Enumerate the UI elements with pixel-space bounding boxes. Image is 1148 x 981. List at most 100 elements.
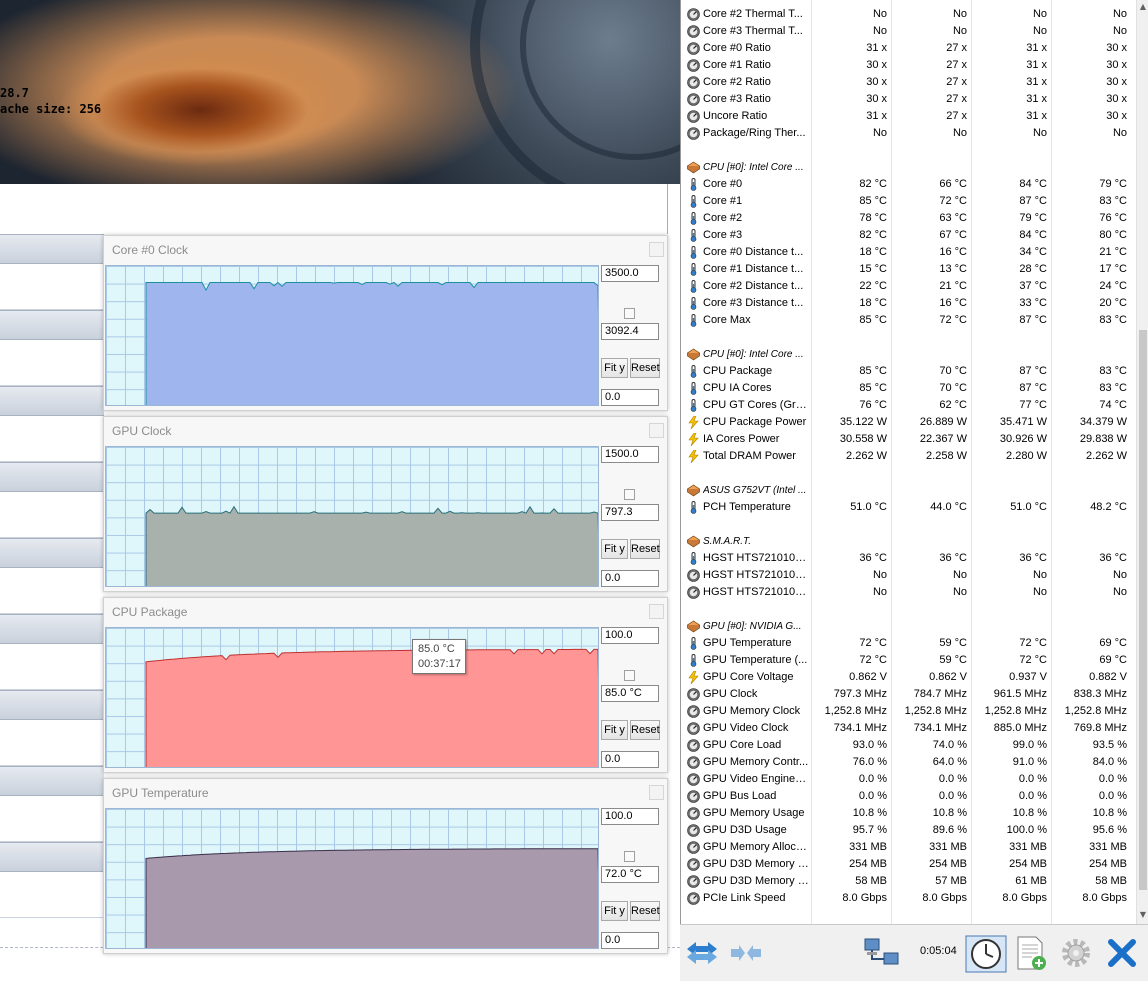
graph-window-core0-clock[interactable]: Core #0 Clock 3500.0 3092.4 Fit y Reset … (103, 235, 668, 411)
sensor-row[interactable]: Core #3 82 °C 67 °C 84 °C 80 °C (681, 227, 1137, 244)
sensor-row[interactable]: Core #3 Thermal T... No No No No (681, 23, 1137, 40)
lightning-icon (687, 670, 700, 685)
sensor-row[interactable]: Core #1 Distance t... 15 °C 13 °C 28 °C 17 °… (681, 261, 1137, 278)
sensor-row[interactable]: GPU Bus Load 0.0 % 0.0 % 0.0 % 0.0 % (681, 788, 1137, 805)
sensor-row[interactable]: Core #2 78 °C 63 °C 79 °C 76 °C (681, 210, 1137, 227)
scroll-down-icon[interactable]: ▼ (1139, 910, 1147, 919)
reset-button[interactable]: Reset (630, 901, 660, 921)
sensor-row[interactable]: CPU IA Cores 85 °C 70 °C 87 °C 83 °C (681, 380, 1137, 397)
network-icon[interactable] (862, 935, 902, 971)
sensor-max-value: 331 MB (1009, 841, 1047, 853)
sensor-row[interactable]: Core #2 Distance t... 22 °C 21 °C 37 °C 24 °… (681, 278, 1137, 295)
sensor-row[interactable]: GPU D3D Memory D... 58 MB 57 MB 61 MB 58 MB (681, 873, 1137, 890)
scrollbar-thumb[interactable] (1139, 330, 1147, 890)
graph-min-value[interactable]: 0.0 (601, 751, 659, 768)
graph-close-button[interactable] (649, 785, 664, 800)
sensor-row[interactable]: Core #0 Ratio 31 x 27 x 31 x 30 x (681, 40, 1137, 57)
sensor-row[interactable]: GPU Memory Contr... 76.0 % 64.0 % 91.0 % 84.… (681, 754, 1137, 771)
graph-checkbox[interactable] (624, 670, 635, 681)
reset-button[interactable]: Reset (630, 358, 660, 378)
sensor-max-value: 61 MB (1015, 875, 1047, 887)
arrows-left-right-icon[interactable] (684, 935, 720, 971)
graph-max-value[interactable]: 100.0 (601, 808, 659, 825)
sensor-row[interactable]: IA Cores Power 30.558 W 22.367 W 30.926 W 29… (681, 431, 1137, 448)
sensor-row[interactable]: GPU Core Load 93.0 % 74.0 % 99.0 % 93.5 % (681, 737, 1137, 754)
graph-window-gpu-clock[interactable]: GPU Clock 1500.0 797.3 Fit y Reset 0.0 (103, 416, 668, 592)
graph-min-value[interactable]: 0.0 (601, 389, 659, 406)
clock-icon[interactable] (965, 935, 1007, 973)
sensor-row[interactable]: GPU Temperature 72 °C 59 °C 72 °C 69 °C (681, 635, 1137, 652)
sensor-name: GPU Core Load (703, 739, 782, 751)
sensor-row[interactable]: Core #0 82 °C 66 °C 84 °C 79 °C (681, 176, 1137, 193)
sensor-row[interactable]: Uncore Ratio 31 x 27 x 31 x 30 x (681, 108, 1137, 125)
sensor-min-value: 784.7 MHz (913, 688, 967, 700)
gear-icon[interactable] (1058, 935, 1094, 971)
sensor-row[interactable]: PCH Temperature 51.0 °C 44.0 °C 51.0 °C 48.2… (681, 499, 1137, 516)
sensor-group-header[interactable]: CPU [#0]: Intel Core ... (681, 346, 1137, 363)
sensor-name: HGST HTS721010A... (703, 586, 809, 598)
vertical-scrollbar[interactable]: ▲ ▼ (1136, 0, 1148, 924)
graph-max-value[interactable]: 3500.0 (601, 265, 659, 282)
sensor-group-header[interactable]: GPU [#0]: NVIDIA G... (681, 618, 1137, 635)
graph-window-gpu-temperature[interactable]: GPU Temperature 100.0 72.0 °C Fit y Rese… (103, 778, 668, 954)
sensor-row[interactable]: GPU Memory Clock 1,252.8 MHz 1,252.8 MHz 1,… (681, 703, 1137, 720)
scroll-up-icon[interactable]: ▲ (1139, 2, 1147, 11)
sensor-row[interactable]: GPU D3D Usage 95.7 % 89.6 % 100.0 % 95.6 % (681, 822, 1137, 839)
graph-min-value[interactable]: 0.0 (601, 932, 659, 949)
sensor-row[interactable]: CPU GT Cores (Gra... 76 °C 62 °C 77 °C 74 °C (681, 397, 1137, 414)
sensor-row[interactable]: PCIe Link Speed 8.0 Gbps 8.0 Gbps 8.0 Gbps 8… (681, 890, 1137, 907)
thermometer-icon (687, 382, 700, 395)
sensor-row[interactable]: GPU Temperature (... 72 °C 59 °C 72 °C 69 °C (681, 652, 1137, 669)
close-icon[interactable] (1104, 935, 1140, 971)
sensor-row[interactable]: GPU D3D Memory D... 254 MB 254 MB 254 MB 254… (681, 856, 1137, 873)
graph-checkbox[interactable] (624, 851, 635, 862)
graph-checkbox[interactable] (624, 489, 635, 500)
fit-y-button[interactable]: Fit y (601, 720, 628, 740)
graph-close-button[interactable] (649, 423, 664, 438)
graph-min-value[interactable]: 0.0 (601, 570, 659, 587)
sensor-row[interactable]: CPU Package 85 °C 70 °C 87 °C 83 °C (681, 363, 1137, 380)
arrows-collapse-icon[interactable] (728, 935, 764, 971)
sensor-row[interactable]: Package/Ring Ther... No No No No (681, 125, 1137, 142)
sensor-row[interactable]: HGST HTS721010A... No No No No (681, 567, 1137, 584)
sensor-row[interactable]: Core #2 Thermal T... No No No No (681, 6, 1137, 23)
sensor-row[interactable]: Core #1 85 °C 72 °C 87 °C 83 °C (681, 193, 1137, 210)
fit-y-button[interactable]: Fit y (601, 901, 628, 921)
sensor-row[interactable]: GPU Clock 797.3 MHz 784.7 MHz 961.5 MHz 838.… (681, 686, 1137, 703)
sensor-row[interactable]: GPU Video Clock 734.1 MHz 734.1 MHz 885.0 M… (681, 720, 1137, 737)
fit-y-button[interactable]: Fit y (601, 539, 628, 559)
sensor-max-value: No (1032, 25, 1047, 37)
sensor-row[interactable]: Core #1 Ratio 30 x 27 x 31 x 30 x (681, 57, 1137, 74)
sensor-group-header[interactable]: ASUS G752VT (Intel ... (681, 482, 1137, 499)
sensor-row[interactable]: Core #2 Ratio 30 x 27 x 31 x 30 x (681, 74, 1137, 91)
sensor-row[interactable]: HGST HTS721010A... 36 °C 36 °C 36 °C 36 °C (681, 550, 1137, 567)
fit-y-button[interactable]: Fit y (601, 358, 628, 378)
sensor-row[interactable]: HGST HTS721010A... No No No No (681, 584, 1137, 601)
graph-max-value[interactable]: 1500.0 (601, 446, 659, 463)
add-report-icon[interactable] (1012, 935, 1048, 971)
sensor-row[interactable]: GPU Memory Alloca... 331 MB 331 MB 331 MB 33… (681, 839, 1137, 856)
sensor-row[interactable]: Core #0 Distance t... 18 °C 16 °C 34 °C 21 °… (681, 244, 1137, 261)
sensor-name: GPU Video Engine L... (703, 773, 809, 785)
sensor-avg-value: No (1112, 586, 1127, 598)
sensor-row[interactable]: Total DRAM Power 2.262 W 2.258 W 2.280 W 2.2… (681, 448, 1137, 465)
sensor-row[interactable]: Core #3 Ratio 30 x 27 x 31 x 30 x (681, 91, 1137, 108)
sensor-row[interactable]: Core #3 Distance t... 18 °C 16 °C 33 °C 20 °… (681, 295, 1137, 312)
sensor-row[interactable]: CPU Package Power 35.122 W 26.889 W 35.471 … (681, 414, 1137, 431)
graph-max-value[interactable]: 100.0 (601, 627, 659, 644)
sensor-row[interactable]: Core Max 85 °C 72 °C 87 °C 83 °C (681, 312, 1137, 329)
reset-button[interactable]: Reset (630, 539, 660, 559)
sensor-group-header[interactable]: S.M.A.R.T. (681, 533, 1137, 550)
sensor-row[interactable]: GPU Video Engine L... 0.0 % 0.0 % 0.0 % 0.0 … (681, 771, 1137, 788)
sensor-row[interactable]: GPU Core Voltage 0.862 V 0.862 V 0.937 V 0.8… (681, 669, 1137, 686)
graph-close-button[interactable] (649, 604, 664, 619)
graph-window-cpu-package[interactable]: CPU Package 100.0 85.0 °C Fit y Reset 0.… (103, 597, 668, 773)
sensor-max-value: 31 x (1026, 42, 1047, 54)
sensor-panel[interactable]: Core #2 Thermal T... No No No No Core #3 Ther… (680, 0, 1148, 924)
graph-checkbox[interactable] (624, 308, 635, 319)
sensor-group-header[interactable]: CPU [#0]: Intel Core ... (681, 159, 1137, 176)
sensor-avg-value: 30 x (1106, 76, 1127, 88)
reset-button[interactable]: Reset (630, 720, 660, 740)
sensor-row[interactable]: GPU Memory Usage 10.8 % 10.8 % 10.8 % 10.8 % (681, 805, 1137, 822)
graph-close-button[interactable] (649, 242, 664, 257)
